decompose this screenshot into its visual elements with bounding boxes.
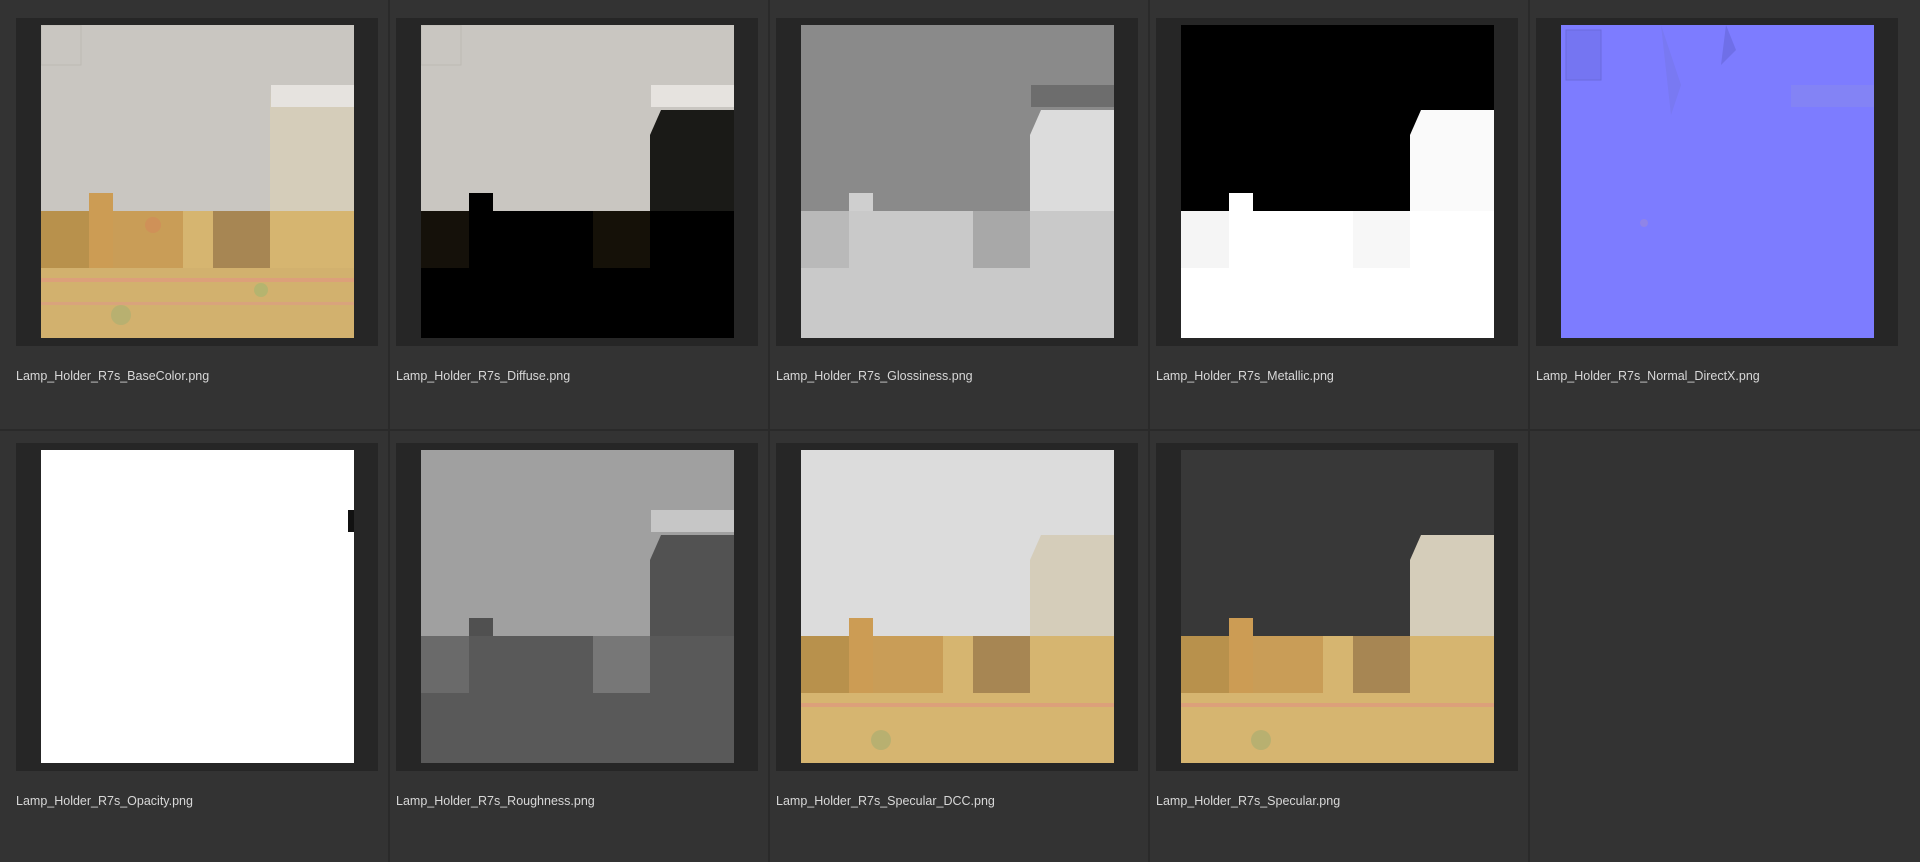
file-name: Lamp_Holder_R7s_Specular_DCC.png xyxy=(776,794,995,808)
thumbnail-frame xyxy=(1156,443,1518,771)
thumbnail-frame xyxy=(776,443,1138,771)
thumbnail-diffuse xyxy=(421,25,734,338)
file-name: Lamp_Holder_R7s_Glossiness.png xyxy=(776,369,973,383)
file-tile-roughness[interactable]: Lamp_Holder_R7s_Roughness.png xyxy=(396,443,758,808)
thumbnail-opacity xyxy=(41,450,354,763)
column-divider xyxy=(768,0,770,862)
thumbnail-frame xyxy=(16,443,378,771)
file-tile-normal-directx[interactable]: Lamp_Holder_R7s_Normal_DirectX.png xyxy=(1536,18,1898,383)
row-divider xyxy=(0,429,1920,431)
file-tile-glossiness[interactable]: Lamp_Holder_R7s_Glossiness.png xyxy=(776,18,1138,383)
column-divider xyxy=(1528,0,1530,862)
thumbnail-basecolor xyxy=(41,25,354,338)
thumbnail-roughness xyxy=(421,450,734,763)
file-name: Lamp_Holder_R7s_Specular.png xyxy=(1156,794,1341,808)
file-name: Lamp_Holder_R7s_Metallic.png xyxy=(1156,369,1334,383)
thumbnail-specular xyxy=(1181,450,1494,763)
column-divider xyxy=(388,0,390,862)
thumbnail-frame xyxy=(396,18,758,346)
file-name: Lamp_Holder_R7s_Opacity.png xyxy=(16,794,193,808)
file-name: Lamp_Holder_R7s_Diffuse.png xyxy=(396,369,571,383)
file-tile-opacity[interactable]: Lamp_Holder_R7s_Opacity.png xyxy=(16,443,378,808)
thumbnail-frame xyxy=(776,18,1138,346)
file-name: Lamp_Holder_R7s_Roughness.png xyxy=(396,794,595,808)
file-browser-grid: Lamp_Holder_R7s_BaseColor.png Lamp_Holde… xyxy=(0,0,1920,862)
thumbnail-frame xyxy=(1156,18,1518,346)
thumbnail-frame xyxy=(1536,18,1898,346)
file-tile-metallic[interactable]: Lamp_Holder_R7s_Metallic.png xyxy=(1156,18,1518,383)
thumbnail-glossiness xyxy=(801,25,1114,338)
column-divider xyxy=(1148,0,1150,862)
file-tile-basecolor[interactable]: Lamp_Holder_R7s_BaseColor.png xyxy=(16,18,378,383)
file-name: Lamp_Holder_R7s_BaseColor.png xyxy=(16,369,210,383)
file-name: Lamp_Holder_R7s_Normal_DirectX.png xyxy=(1536,369,1760,383)
thumbnail-metallic xyxy=(1181,25,1494,338)
thumbnail-specular-dcc xyxy=(801,450,1114,763)
thumbnail-normal-directx xyxy=(1561,25,1874,338)
file-tile-diffuse[interactable]: Lamp_Holder_R7s_Diffuse.png xyxy=(396,18,758,383)
file-tile-specular-dcc[interactable]: Lamp_Holder_R7s_Specular_DCC.png xyxy=(776,443,1138,808)
file-tile-specular[interactable]: Lamp_Holder_R7s_Specular.png xyxy=(1156,443,1518,808)
thumbnail-frame xyxy=(16,18,378,346)
thumbnail-frame xyxy=(396,443,758,771)
